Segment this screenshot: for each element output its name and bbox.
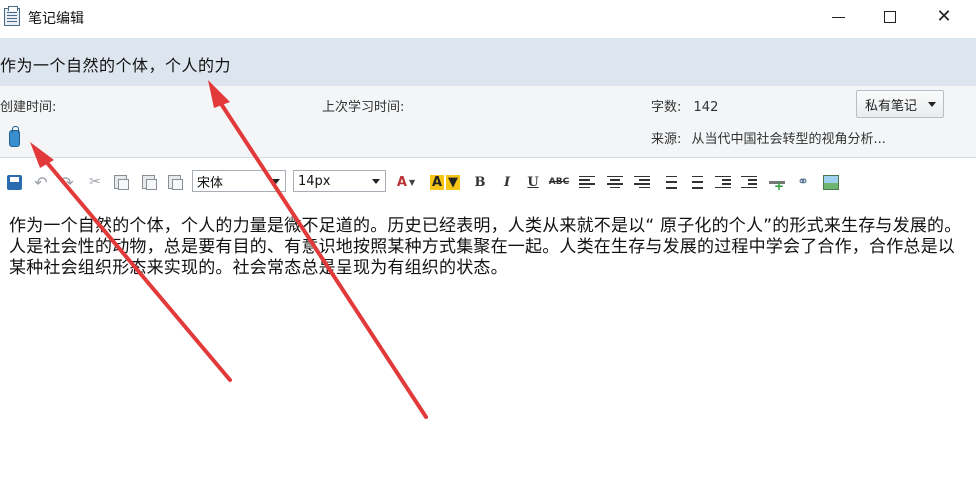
copy-icon[interactable]: [111, 171, 129, 193]
chevron-down-icon: [928, 102, 936, 107]
note-title-bar: 作为一个自然的个体，个人的力: [0, 38, 976, 86]
unordered-list-icon[interactable]: [686, 171, 704, 193]
outdent-icon[interactable]: [714, 171, 732, 193]
paste-text-icon[interactable]: [165, 171, 183, 193]
background-color-button[interactable]: A ▼: [429, 171, 461, 193]
close-button[interactable]: ✕: [918, 0, 970, 34]
undo-icon[interactable]: ↶: [32, 171, 50, 193]
italic-button[interactable]: I: [498, 171, 516, 193]
ordered-list-icon[interactable]: [660, 171, 678, 193]
window-title: 笔记编辑: [28, 11, 84, 27]
indent-icon[interactable]: [740, 171, 758, 193]
notes-app-icon: [4, 6, 20, 26]
chevron-down-icon: [372, 179, 380, 184]
insert-image-icon[interactable]: [822, 171, 840, 193]
font-size-select[interactable]: 14px: [293, 170, 386, 192]
close-icon: ✕: [936, 6, 952, 27]
link-icon[interactable]: ⚭: [794, 171, 812, 193]
bold-button[interactable]: B: [471, 171, 489, 193]
horizontal-rule-icon[interactable]: [768, 171, 786, 193]
font-color-icon: A: [396, 174, 407, 190]
underline-button[interactable]: U: [524, 171, 542, 193]
font-family-value: 宋体: [197, 175, 224, 191]
note-editor[interactable]: 作为一个自然的个体，个人的力量是微不足道的。历史已经表明，人类从来就不是以“ 原…: [0, 204, 976, 482]
visibility-dropdown-label: 私有笔记: [865, 98, 918, 114]
maximize-icon: [884, 11, 896, 23]
align-left-icon[interactable]: [578, 171, 596, 193]
paste-icon[interactable]: [139, 171, 157, 193]
note-content[interactable]: 作为一个自然的个体，个人的力量是微不足道的。历史已经表明，人类从来就不是以“ 原…: [9, 216, 964, 279]
cut-icon[interactable]: ✂: [86, 171, 104, 193]
minimize-button[interactable]: [812, 0, 864, 34]
align-right-icon[interactable]: [633, 171, 651, 193]
highlight-color-icon: A: [429, 174, 445, 190]
font-size-value: 14px: [298, 173, 331, 189]
last-study-time-label: 上次学习时间:: [322, 100, 405, 115]
word-count-label: 字数:: [651, 100, 682, 115]
attachment-icon[interactable]: [9, 126, 20, 147]
word-count-value: 142: [693, 100, 719, 115]
minimize-icon: [831, 16, 845, 18]
font-color-button[interactable]: A ▼: [394, 171, 418, 193]
maximize-button[interactable]: [864, 0, 916, 34]
source: 来源: 从当代中国社会转型的视角分析...: [651, 128, 886, 147]
align-center-icon[interactable]: [606, 171, 624, 193]
title-bar: 笔记编辑 ✕: [0, 0, 976, 36]
source-value[interactable]: 从当代中国社会转型的视角分析...: [692, 132, 886, 147]
source-label: 来源:: [651, 132, 682, 147]
visibility-dropdown[interactable]: 私有笔记: [856, 90, 944, 118]
font-family-select[interactable]: 宋体: [192, 170, 286, 192]
chevron-down-icon: [272, 179, 280, 184]
redo-icon[interactable]: ↷: [58, 171, 76, 193]
strikethrough-button[interactable]: ABC: [549, 171, 569, 193]
note-title-field[interactable]: 作为一个自然的个体，个人的力: [0, 52, 231, 76]
created-time-label: 创建时间:: [0, 100, 57, 115]
editor-toolbar: ↶ ↷ ✂ 宋体 14px A▼ A▼ B I U ABC ⚭: [0, 168, 976, 196]
save-icon[interactable]: [5, 171, 23, 193]
note-meta-panel: 创建时间: 上次学习时间: 字数: 142 来源: 从当代中国社会转型的视角分析…: [0, 86, 976, 158]
word-count: 字数: 142: [651, 96, 718, 115]
